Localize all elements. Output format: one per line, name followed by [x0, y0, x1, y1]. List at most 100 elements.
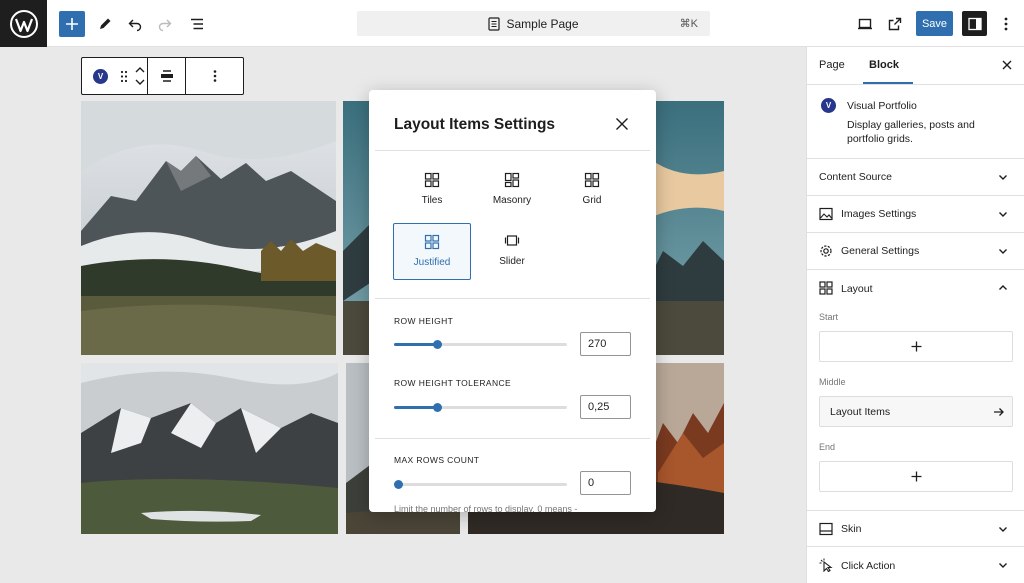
- command-shortcut: ⌘K: [679, 18, 698, 30]
- document-bar[interactable]: Sample Page ⌘K: [357, 11, 710, 36]
- panel-title: Content Source: [819, 171, 892, 183]
- tab-page[interactable]: Page: [819, 59, 845, 71]
- redo-button[interactable]: [152, 11, 178, 37]
- block-switcher[interactable]: V: [82, 58, 148, 94]
- layout-option-tiles[interactable]: Tiles: [393, 162, 471, 219]
- slider-fill: [394, 406, 438, 409]
- max-rows-count-input[interactable]: 0: [580, 471, 631, 495]
- close-sidebar-button[interactable]: [1000, 58, 1014, 72]
- plus-icon: [66, 18, 78, 30]
- justified-icon: [424, 234, 440, 250]
- desktop-icon: [858, 18, 872, 30]
- panel-general-settings[interactable]: General Settings: [807, 233, 1024, 270]
- gear-icon: [819, 244, 833, 258]
- close-icon: [616, 118, 628, 130]
- layout-end-label: End: [819, 442, 836, 452]
- panel-content-source[interactable]: Content Source: [807, 159, 1024, 196]
- gallery-photo-mountain-fog[interactable]: [81, 101, 336, 355]
- max-rows-help-text: Limit the number of rows to display. 0 m…: [394, 504, 578, 512]
- max-rows-count-label: MAX ROWS COUNT: [394, 455, 480, 465]
- block-options-button[interactable]: [186, 58, 243, 94]
- row-height-input[interactable]: 270: [580, 332, 631, 356]
- layout-option-justified[interactable]: Justified: [393, 223, 471, 280]
- settings-toggle-button[interactable]: [962, 11, 987, 36]
- layout-option-label: Grid: [582, 195, 602, 206]
- layout-items-label: Layout Items: [830, 405, 891, 418]
- block-badge: V: [93, 69, 108, 84]
- row-height-tolerance-slider[interactable]: [394, 403, 567, 412]
- modal-title: Layout Items Settings: [394, 116, 556, 133]
- layout-items-settings-modal: Layout Items Settings Tiles Masonry Grid…: [369, 90, 656, 512]
- more-vertical-icon: [213, 70, 216, 82]
- skin-icon: [819, 522, 833, 536]
- sidebar-tabs: Page Block: [807, 47, 1024, 85]
- wordpress-logo[interactable]: [0, 0, 47, 47]
- slider-thumb[interactable]: [433, 340, 443, 349]
- layout-option-label: Masonry: [492, 195, 532, 206]
- layout-items-button[interactable]: Layout Items: [819, 396, 1013, 427]
- panel-images-settings[interactable]: Images Settings: [807, 196, 1024, 233]
- gallery-photo-snowy-range[interactable]: [81, 363, 338, 534]
- modal-divider: [375, 298, 650, 299]
- preview-button[interactable]: [852, 11, 878, 37]
- redo-icon: [158, 19, 172, 32]
- tiles-icon: [424, 172, 440, 188]
- panel-click-action[interactable]: Click Action: [807, 547, 1024, 583]
- tools-button[interactable]: [92, 11, 118, 37]
- move-up-down-icon[interactable]: [134, 66, 146, 86]
- align-button[interactable]: [148, 58, 186, 94]
- panel-title: General Settings: [841, 245, 920, 257]
- chevron-down-icon: [997, 208, 1009, 220]
- add-end-item-button[interactable]: [819, 461, 1013, 492]
- plus-icon: [911, 341, 921, 352]
- row-height-tolerance-input[interactable]: 0,25: [580, 395, 631, 419]
- align-center-icon: [160, 70, 173, 82]
- pointer-icon: [819, 558, 833, 572]
- layout-option-grid[interactable]: Grid: [553, 162, 631, 219]
- external-link-icon: [888, 17, 902, 31]
- panel-layout[interactable]: Layout: [807, 270, 1024, 307]
- add-start-item-button[interactable]: [819, 331, 1013, 362]
- document-title: Sample Page: [506, 16, 579, 31]
- options-button[interactable]: [993, 11, 1019, 37]
- layout-option-label: Justified: [413, 257, 451, 268]
- panel-title: Skin: [841, 522, 862, 535]
- image-icon: [819, 207, 833, 221]
- add-block-button[interactable]: [59, 11, 85, 37]
- modal-divider: [375, 150, 650, 151]
- block-card: V Visual Portfolio Display galleries, po…: [807, 86, 1024, 159]
- more-vertical-icon: [1004, 17, 1008, 31]
- row-height-label: ROW HEIGHT: [394, 316, 454, 326]
- undo-button[interactable]: [122, 11, 148, 37]
- tab-block[interactable]: Block: [869, 59, 899, 71]
- slider-thumb[interactable]: [433, 403, 443, 412]
- chevron-up-icon: [997, 282, 1009, 294]
- pen-icon: [100, 18, 111, 29]
- list-view-button[interactable]: [184, 11, 210, 37]
- layout-option-slider[interactable]: Slider: [473, 223, 551, 280]
- list-view-icon: [191, 18, 203, 30]
- panel-skin[interactable]: Skin: [807, 510, 1024, 547]
- plus-icon: [911, 471, 921, 482]
- slider-thumb[interactable]: [394, 480, 403, 489]
- layout-option-masonry[interactable]: Masonry: [473, 162, 551, 219]
- row-height-slider[interactable]: [394, 340, 567, 349]
- layout-start-label: Start: [819, 312, 839, 322]
- max-rows-count-slider[interactable]: [394, 480, 567, 489]
- wordpress-icon: [9, 9, 38, 38]
- modal-divider: [375, 438, 650, 439]
- modal-close-button[interactable]: [612, 114, 632, 134]
- close-icon: [1002, 60, 1012, 70]
- editor-top-bar: Sample Page ⌘K Save: [0, 0, 1024, 47]
- drag-handle-icon[interactable]: [120, 70, 128, 83]
- block-toolbar: V: [81, 57, 244, 95]
- panel-title: Layout: [841, 282, 873, 295]
- chevron-down-icon: [997, 523, 1009, 535]
- block-description: Display galleries, posts and portfolio g…: [847, 119, 975, 145]
- arrow-right-icon: [993, 406, 1005, 418]
- panel-title: Images Settings: [841, 208, 917, 220]
- view-page-button[interactable]: [882, 11, 908, 37]
- sidebar-toggle-icon: [967, 17, 982, 30]
- save-button[interactable]: Save: [916, 11, 953, 36]
- slider-icon: [504, 235, 520, 246]
